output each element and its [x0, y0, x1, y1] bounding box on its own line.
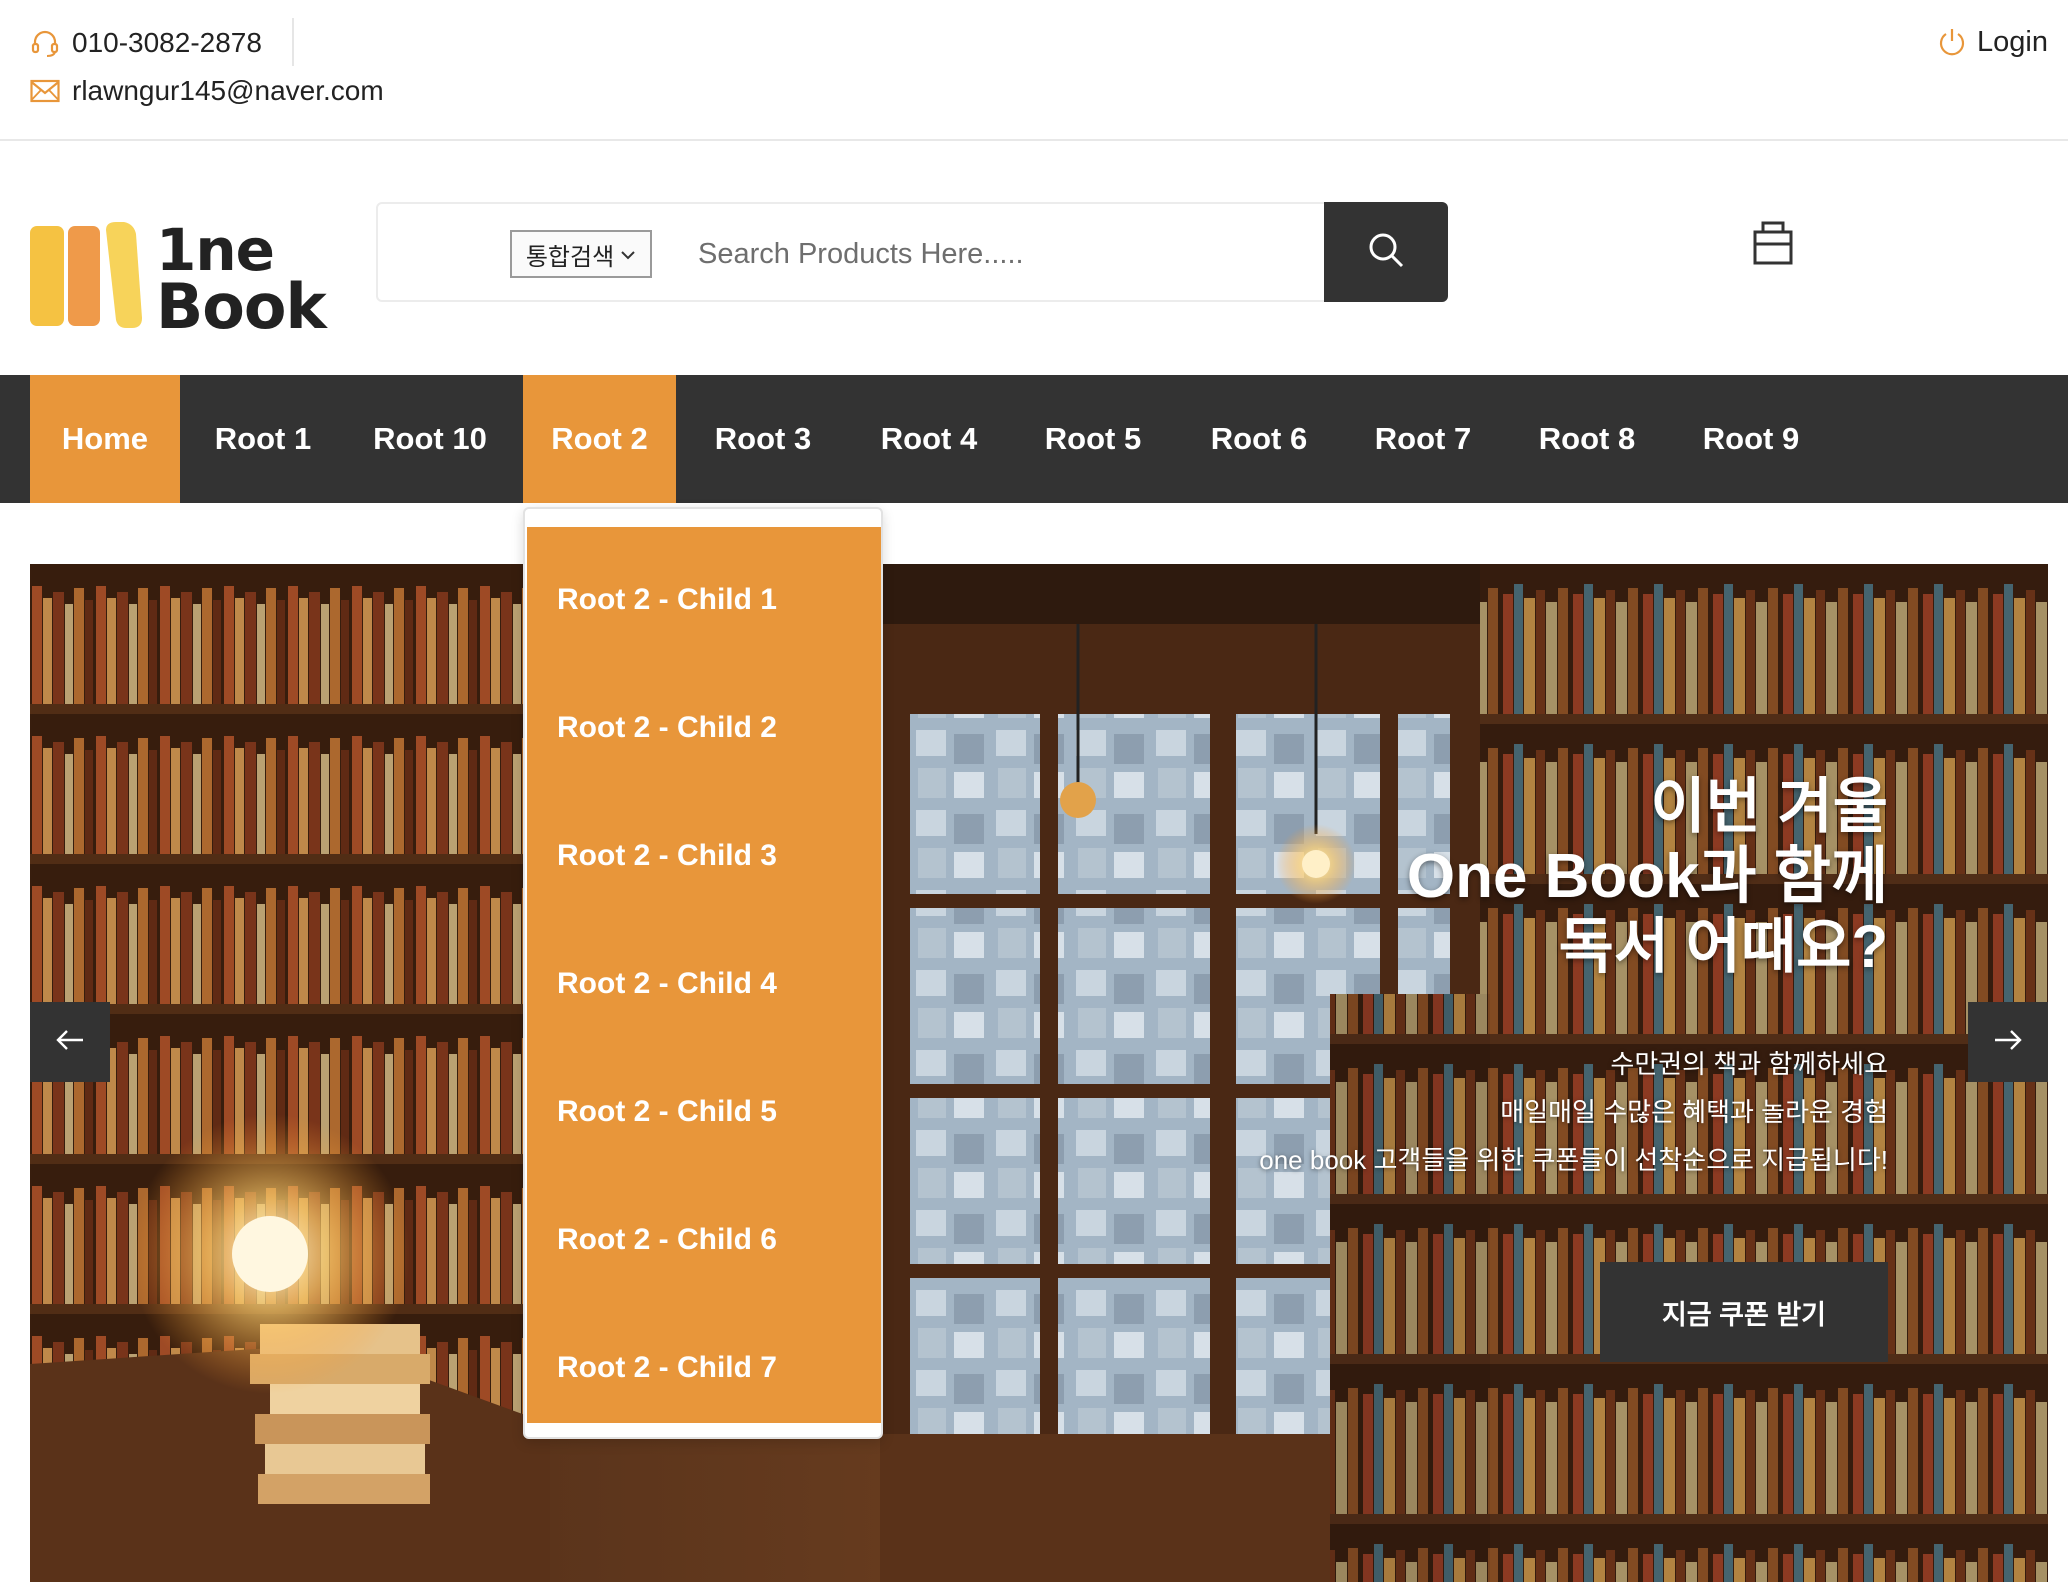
dropdown-item-root-2-child-3[interactable]: Root 2 - Child 3 [557, 839, 777, 873]
headset-icon [28, 26, 62, 60]
email-address: rlawngur145@naver.com [72, 75, 384, 106]
main-nav: Home Root 1 Root 10 Root 2 Root 3 Root 4… [0, 375, 2068, 503]
root-2-dropdown-menu: Root 2 - Child 1 Root 2 - Child 2 Root 2… [523, 507, 883, 1439]
nav-item-root-4[interactable]: Root 4 [856, 375, 1002, 503]
nav-item-root-5[interactable]: Root 5 [1020, 375, 1166, 503]
dropdown-item-root-2-child-2[interactable]: Root 2 - Child 2 [557, 711, 777, 745]
search-icon [1366, 230, 1406, 275]
nav-item-root-3[interactable]: Root 3 [692, 375, 834, 503]
nav-item-root-7[interactable]: Root 7 [1350, 375, 1496, 503]
search-input[interactable] [698, 226, 1298, 282]
power-icon [1937, 27, 1969, 59]
hero-banner: 이번 겨울 One Book과 함께 독서 어때요? 수만권의 책과 함께하세요… [30, 564, 2048, 1582]
dropdown-item-root-2-child-7[interactable]: Root 2 - Child 7 [557, 1351, 777, 1385]
phone-contact[interactable]: 010-3082-2878 [28, 26, 262, 60]
login-link[interactable]: Login [1937, 26, 2048, 59]
login-label: Login [1977, 26, 2048, 58]
hero-sub-line2: 매일매일 수많은 혜택과 놀라운 경험 [1500, 1097, 1888, 1127]
get-coupon-button[interactable]: 지금 쿠폰 받기 [1600, 1262, 1888, 1362]
phone-number: 010-3082-2878 [72, 27, 262, 58]
site-logo[interactable]: 1ne Book [30, 216, 330, 343]
logo-books-icon [30, 222, 142, 328]
divider [292, 18, 294, 66]
shopping-bag-icon[interactable] [1752, 220, 1794, 266]
hero-title-line1: 이번 겨울 [1650, 773, 1888, 840]
hero-title-line2: One Book과 함께 [1406, 842, 1888, 911]
nav-item-root-9[interactable]: Root 9 [1678, 375, 1824, 503]
slider-next-button[interactable] [1968, 1002, 2048, 1082]
nav-item-root-10[interactable]: Root 10 [352, 375, 508, 503]
chevron-down-icon [620, 244, 636, 265]
logo-text-line2: Book [156, 270, 327, 343]
envelope-icon [28, 74, 62, 108]
top-bar: 010-3082-2878 rlawngur145@naver.com Logi… [0, 0, 2068, 141]
dropdown-item-root-2-child-6[interactable]: Root 2 - Child 6 [557, 1223, 777, 1257]
hero-title: 이번 겨울 One Book과 함께 독서 어때요? [1407, 772, 1888, 982]
dropdown-item-root-2-child-1[interactable]: Root 2 - Child 1 [557, 583, 777, 617]
hero-sub-line3: one book 고객들을 위한 쿠폰들이 선착순으로 지급됩니다! [1259, 1145, 1888, 1175]
nav-item-home[interactable]: Home [30, 375, 180, 503]
hero-subtitle: 수만권의 책과 함께하세요 매일매일 수많은 혜택과 놀라운 경험 one bo… [1259, 1040, 1888, 1184]
search-bar: 통합검색 [376, 202, 1448, 302]
search-category-select[interactable]: 통합검색 [510, 230, 652, 278]
dropdown-panel: Root 2 - Child 1 Root 2 - Child 2 Root 2… [527, 527, 881, 1423]
nav-item-root-6[interactable]: Root 6 [1186, 375, 1332, 503]
dropdown-item-root-2-child-5[interactable]: Root 2 - Child 5 [557, 1095, 777, 1129]
arrow-left-icon [55, 1028, 85, 1057]
email-contact[interactable]: rlawngur145@naver.com [28, 74, 384, 108]
hero-sub-line1: 수만권의 책과 함께하세요 [1610, 1049, 1888, 1079]
search-category-value: 통합검색 [525, 243, 615, 271]
nav-item-root-1[interactable]: Root 1 [190, 375, 336, 503]
nav-item-root-2[interactable]: Root 2 [523, 375, 676, 503]
arrow-right-icon [1993, 1028, 2023, 1057]
slider-prev-button[interactable] [30, 1002, 110, 1082]
hero-title-line3: 독서 어때요? [1558, 913, 1888, 980]
dropdown-item-root-2-child-4[interactable]: Root 2 - Child 4 [557, 967, 777, 1001]
search-button[interactable] [1324, 202, 1448, 302]
nav-item-root-8[interactable]: Root 8 [1514, 375, 1660, 503]
